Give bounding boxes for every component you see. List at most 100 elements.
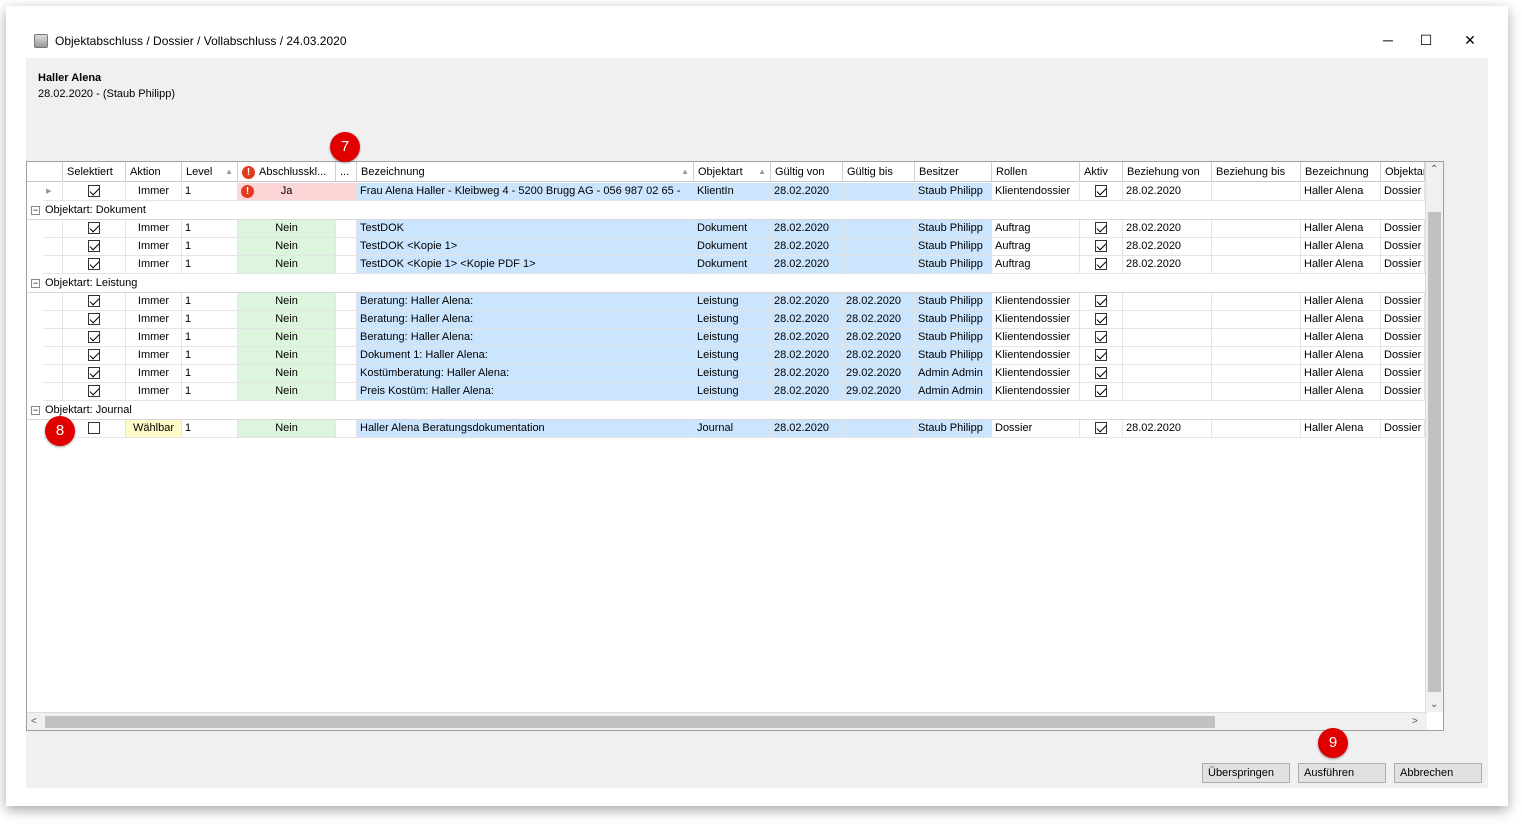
vertical-scrollbar[interactable]: ⌃ ⌄ — [1425, 162, 1443, 712]
cell-selected[interactable] — [63, 311, 126, 329]
cell-text: Kostümberatung: Haller Alena: — [360, 367, 510, 379]
scroll-down-icon[interactable]: ⌄ — [1430, 699, 1438, 710]
table-row[interactable]: Immer 1 Nein Kostümberatung: Haller Alena: L… — [27, 365, 1425, 383]
close-button[interactable]: ✕ — [1458, 30, 1482, 50]
select-checkbox[interactable] — [88, 349, 100, 361]
select-checkbox[interactable] — [88, 367, 100, 379]
row-indicator[interactable] — [43, 238, 63, 256]
row-indicator[interactable] — [43, 365, 63, 383]
group-row[interactable]: − Objektart: Dokument — [27, 202, 1425, 220]
row-indicator[interactable] — [43, 256, 63, 274]
column-header-11[interactable]: Aktiv — [1080, 162, 1123, 182]
select-checkbox[interactable] — [88, 385, 100, 397]
minimize-button[interactable]: ─ — [1376, 30, 1400, 50]
scroll-left-icon[interactable]: < — [31, 716, 37, 727]
column-header-5[interactable]: Bezeichnung ▲ — [357, 162, 694, 182]
cell-selected[interactable] — [63, 183, 126, 201]
column-header-0[interactable]: Selektiert — [63, 162, 126, 182]
column-header-10[interactable]: Rollen — [992, 162, 1080, 182]
cell-selected[interactable] — [63, 365, 126, 383]
column-header-1[interactable]: Aktion — [126, 162, 182, 182]
collapse-icon[interactable]: − — [31, 206, 40, 215]
column-header-2[interactable]: Level ▲ — [182, 162, 238, 182]
cell-text: Haller Alena — [1304, 185, 1364, 197]
cell-selected[interactable] — [63, 220, 126, 238]
cell-aktiv[interactable] — [1080, 256, 1123, 274]
cell-aktiv[interactable] — [1080, 347, 1123, 365]
row-indicator[interactable] — [43, 383, 63, 401]
cell-text: Dossier — [1384, 295, 1422, 307]
cell-selected[interactable] — [63, 383, 126, 401]
cell-selected[interactable] — [63, 256, 126, 274]
column-header-4[interactable]: ... — [336, 162, 357, 182]
cell-selected[interactable] — [63, 293, 126, 311]
cell-selected[interactable] — [63, 347, 126, 365]
execute-button[interactable]: Ausführen — [1298, 763, 1386, 783]
column-header-8[interactable]: Gültig bis — [843, 162, 915, 182]
cell-aktiv[interactable] — [1080, 383, 1123, 401]
row-indicator[interactable] — [43, 220, 63, 238]
column-header-12[interactable]: Beziehung von — [1123, 162, 1212, 182]
cell-aktiv[interactable] — [1080, 329, 1123, 347]
column-header-9[interactable]: Besitzer — [915, 162, 992, 182]
select-checkbox[interactable] — [88, 222, 100, 234]
column-header-13[interactable]: Beziehung bis — [1212, 162, 1301, 182]
row-indicator[interactable]: ▸ — [43, 183, 63, 201]
cell-selected[interactable] — [63, 329, 126, 347]
horizontal-scroll-thumb[interactable] — [45, 716, 1215, 728]
cell-aktiv[interactable] — [1080, 365, 1123, 383]
row-indicator[interactable] — [43, 293, 63, 311]
cell-selected[interactable] — [63, 238, 126, 256]
select-checkbox[interactable] — [88, 313, 100, 325]
select-checkbox[interactable] — [88, 422, 100, 434]
table-row[interactable]: ▸ Immer 1! Ja Frau Alena Haller - Kleibweg 4… — [27, 183, 1425, 201]
table-row[interactable]: Immer 1 Nein Preis Kostüm: Haller Alena: Lei… — [27, 383, 1425, 401]
cell-aktiv[interactable] — [1080, 311, 1123, 329]
table-row[interactable]: Immer 1 Nein Beratung: Haller Alena: Leistun… — [27, 329, 1425, 347]
row-indicator[interactable] — [43, 347, 63, 365]
cell-text: Nein — [275, 258, 298, 270]
table-row[interactable]: Immer 1 Nein TestDOK <Kopie 1> <Kopie PDF 1… — [27, 256, 1425, 274]
skip-button[interactable]: Überspringen — [1202, 763, 1290, 783]
scroll-up-icon[interactable]: ⌃ — [1430, 164, 1438, 175]
table-row[interactable]: Wählbar 1 Nein Haller Alena Beratungsdokume… — [27, 420, 1425, 438]
vertical-scroll-thumb[interactable] — [1428, 212, 1441, 692]
cell-abschluss: Nein — [238, 365, 336, 383]
table-row[interactable]: Immer 1 Nein TestDOK <Kopie 1> Dokument 28.02… — [27, 238, 1425, 256]
cell-text: 28.02.2020 — [1126, 258, 1182, 270]
table-row[interactable]: Immer 1 Nein Beratung: Haller Alena: Leistun… — [27, 293, 1425, 311]
select-checkbox[interactable] — [88, 185, 100, 197]
maximize-button[interactable]: ☐ — [1414, 30, 1438, 50]
select-checkbox[interactable] — [88, 240, 100, 252]
scroll-right-icon[interactable]: > — [1412, 716, 1418, 727]
column-header-3[interactable]: ! Abschlusskl... — [238, 162, 336, 182]
select-checkbox[interactable] — [88, 258, 100, 270]
cell-rollen: Klientendossier — [992, 293, 1080, 311]
column-header-15[interactable]: Objektar — [1381, 162, 1425, 182]
column-header-6[interactable]: Objektart ▲ — [694, 162, 771, 182]
cell-aktiv[interactable] — [1080, 183, 1123, 201]
horizontal-scrollbar[interactable]: < > — [27, 712, 1427, 730]
cell-aktiv[interactable] — [1080, 238, 1123, 256]
group-row[interactable]: − Objektart: Leistung — [27, 275, 1425, 293]
table-row[interactable]: Immer 1 Nein Dokument 1: Haller Alena: Leist… — [27, 347, 1425, 365]
cell-aktiv[interactable] — [1080, 420, 1123, 438]
cell--dots — [336, 293, 357, 311]
select-checkbox[interactable] — [88, 295, 100, 307]
cell-aktiv[interactable] — [1080, 220, 1123, 238]
row-indicator[interactable] — [43, 329, 63, 347]
table-row[interactable]: Immer 1 Nein TestDOK Dokument 28.02.2020 Staub… — [27, 220, 1425, 238]
table-row[interactable]: Immer 1 Nein Beratung: Haller Alena: Leistun… — [27, 311, 1425, 329]
select-checkbox[interactable] — [88, 331, 100, 343]
row-indicator[interactable] — [43, 311, 63, 329]
group-row[interactable]: − Objektart: Journal — [27, 402, 1425, 420]
column-header-label: Objektar — [1385, 166, 1425, 178]
column-header-7[interactable]: Gültig von — [771, 162, 843, 182]
collapse-icon[interactable]: − — [31, 279, 40, 288]
cell-aktiv[interactable] — [1080, 293, 1123, 311]
cell-text: Klientendossier — [995, 349, 1071, 361]
collapse-icon[interactable]: − — [31, 406, 40, 415]
cell-level: 1 — [182, 238, 238, 256]
column-header-14[interactable]: Bezeichnung — [1301, 162, 1381, 182]
cancel-button[interactable]: Abbrechen — [1394, 763, 1482, 783]
